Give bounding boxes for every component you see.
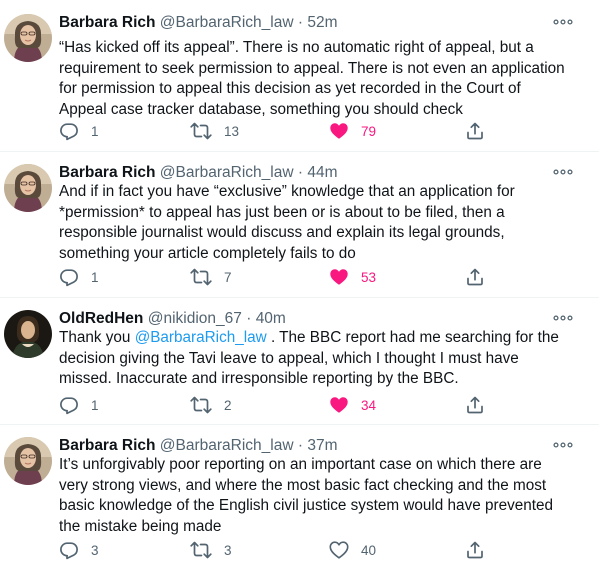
author-handle[interactable]: @BarbaraRich_law <box>160 437 294 454</box>
tweet-text-start: Thank you <box>59 329 135 346</box>
separator-dot: · <box>297 14 304 31</box>
reply-icon <box>59 267 79 287</box>
reply-count: 3 <box>91 542 99 558</box>
share-icon <box>465 395 485 415</box>
reply-count: 1 <box>91 269 99 285</box>
share-icon <box>465 540 485 560</box>
tweet-actions: 1 13 79 <box>59 120 499 142</box>
tweet-header: Barbara Rich @BarbaraRich_law · 52m <box>59 12 338 34</box>
like-count: 40 <box>361 542 377 558</box>
retweet-count: 13 <box>224 123 240 139</box>
heart-filled-icon <box>329 395 349 415</box>
heart-outline-icon <box>329 540 349 560</box>
author-name[interactable]: Barbara Rich <box>59 437 155 454</box>
tweet-text: And if in fact you have “exclusive” know… <box>59 183 515 262</box>
like-count: 79 <box>361 123 377 139</box>
retweet-icon <box>190 121 212 141</box>
share-button[interactable] <box>465 120 485 142</box>
separator-dot: · <box>246 310 252 327</box>
reply-icon <box>59 395 79 415</box>
timestamp[interactable]: 40m <box>256 310 286 327</box>
tweet-header: Barbara Rich @BarbaraRich_law · 44m <box>59 162 338 184</box>
tweet-actions: 3 3 40 <box>59 539 499 561</box>
tweet-text: Thank you @BarbaraRich_law . The BBC rep… <box>59 328 569 390</box>
retweet-count: 7 <box>224 269 232 285</box>
like-button[interactable]: 34 <box>329 394 376 416</box>
author-name[interactable]: OldRedHen <box>59 310 143 327</box>
like-count: 53 <box>361 269 377 285</box>
painted-portrait-avatar[interactable] <box>4 310 52 358</box>
author-handle[interactable]: @BarbaraRich_law <box>160 164 294 181</box>
separator-dot: · <box>297 437 304 454</box>
tweet-text: It’s unforgivably poor reporting on an i… <box>59 456 554 535</box>
reply-button[interactable]: 1 <box>59 266 99 288</box>
share-button[interactable] <box>465 394 485 416</box>
reply-button[interactable]: 1 <box>59 120 99 142</box>
separator-dot: · <box>297 164 304 181</box>
more-options-icon[interactable] <box>551 437 575 453</box>
like-button[interactable]: 53 <box>329 266 376 288</box>
divider <box>0 424 599 425</box>
author-handle[interactable]: @BarbaraRich_law <box>160 14 294 31</box>
retweet-button[interactable]: 13 <box>190 120 239 142</box>
tweet-actions: 1 7 53 <box>59 266 499 288</box>
woman-portrait-avatar[interactable] <box>4 164 52 212</box>
woman-portrait-avatar[interactable] <box>4 437 52 485</box>
tweet-text: “Has kicked off its appeal”. There is no… <box>59 39 565 118</box>
tweet-header: OldRedHen @nikidion_67 · 40m <box>59 308 286 330</box>
reply-count: 1 <box>91 397 99 413</box>
woman-portrait-avatar[interactable] <box>4 14 52 62</box>
reply-button[interactable]: 3 <box>59 539 99 561</box>
retweet-button[interactable]: 7 <box>190 266 232 288</box>
more-options-icon[interactable] <box>551 14 575 30</box>
retweet-count: 3 <box>224 542 232 558</box>
retweet-icon <box>190 540 212 560</box>
share-button[interactable] <box>465 266 485 288</box>
heart-filled-icon <box>329 121 349 141</box>
share-icon <box>465 267 485 287</box>
retweet-button[interactable]: 2 <box>190 394 232 416</box>
share-icon <box>465 121 485 141</box>
timestamp[interactable]: 44m <box>307 164 337 181</box>
retweet-button[interactable]: 3 <box>190 539 232 561</box>
reply-icon <box>59 121 79 141</box>
like-count: 34 <box>361 397 377 413</box>
tweet-actions: 1 2 34 <box>59 394 499 416</box>
divider <box>0 151 599 152</box>
timestamp[interactable]: 52m <box>307 14 337 31</box>
author-name[interactable]: Barbara Rich <box>59 14 155 31</box>
like-button[interactable]: 40 <box>329 539 376 561</box>
more-options-icon[interactable] <box>551 164 575 180</box>
divider <box>0 297 599 298</box>
mention-link[interactable]: @BarbaraRich_law <box>135 329 267 346</box>
author-name[interactable]: Barbara Rich <box>59 164 155 181</box>
reply-icon <box>59 540 79 560</box>
reply-button[interactable]: 1 <box>59 394 99 416</box>
share-button[interactable] <box>465 539 485 561</box>
more-options-icon[interactable] <box>551 310 575 326</box>
like-button[interactable]: 79 <box>329 120 376 142</box>
author-handle[interactable]: @nikidion_67 <box>148 310 242 327</box>
tweet-header: Barbara Rich @BarbaraRich_law · 37m <box>59 435 338 457</box>
retweet-icon <box>190 267 212 287</box>
heart-filled-icon <box>329 267 349 287</box>
retweet-icon <box>190 395 212 415</box>
reply-count: 1 <box>91 123 99 139</box>
timestamp[interactable]: 37m <box>307 437 337 454</box>
retweet-count: 2 <box>224 397 232 413</box>
